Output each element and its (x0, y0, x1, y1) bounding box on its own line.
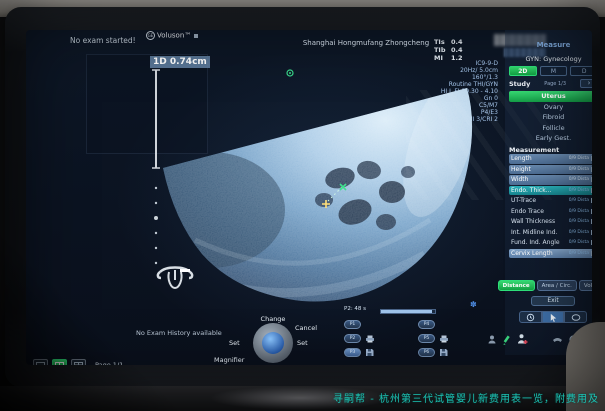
photo-of-ultrasound-monitor: No exam started! GEVoluson™ Shanghai Hon… (0, 0, 605, 411)
history-clock-toggle[interactable] (519, 311, 542, 323)
layout-quad-icon[interactable] (71, 359, 86, 365)
mode-d-button[interactable]: D (570, 66, 592, 76)
checkbox[interactable] (591, 230, 592, 235)
study-list: Uterus Ovary Fibroid Follicle Early Gest… (509, 91, 592, 144)
clip-progress-bar (380, 309, 436, 314)
checkbox[interactable] (591, 240, 592, 245)
checkbox[interactable] (591, 167, 592, 172)
measurement-row-width[interactable]: Width0/9 Dista (509, 175, 592, 185)
study-item-fibroid[interactable]: Fibroid (509, 112, 592, 123)
study-label: Study (509, 80, 530, 88)
brand-mark-icon (194, 34, 198, 38)
ultrasound-screen: No exam started! GEVoluson™ Shanghai Hon… (26, 30, 592, 365)
p1-button[interactable]: P1 (344, 320, 361, 329)
layout-dual-icon[interactable] (52, 359, 67, 365)
measurement-row-cervix-length[interactable]: Cervix Length0/9 Dista (509, 249, 592, 259)
pointer-toggle[interactable] (542, 311, 565, 323)
save-disk-icon (365, 348, 374, 357)
p3-button[interactable]: P3 (344, 348, 361, 357)
measurement-row-ut-trace[interactable]: UT-Trace0/9 Dista (509, 196, 592, 206)
p2-button[interactable]: P2 (344, 334, 361, 343)
ellipse-toggle[interactable] (564, 311, 587, 323)
panel-title: Measure (505, 41, 592, 49)
edit-pencil-icon[interactable] (502, 335, 511, 345)
ti-label: TIb (434, 46, 451, 54)
trackball-ball[interactable] (262, 332, 284, 354)
probe-position-marker (180, 269, 190, 272)
checkbox[interactable] (591, 219, 592, 224)
checkbox[interactable] (591, 188, 592, 193)
study-item-follicle[interactable]: Follicle (509, 123, 592, 134)
exam-history-status: No Exam History available (136, 329, 222, 337)
checkbox[interactable] (591, 177, 592, 182)
study-next-page-button[interactable]: › (580, 79, 592, 88)
trackball-change-label: Change (248, 315, 298, 323)
p6-button[interactable]: P6 (418, 348, 435, 357)
phone-icon[interactable] (552, 336, 563, 344)
study-item-uterus[interactable]: Uterus (509, 91, 592, 102)
measurement-header: Measurement (509, 146, 559, 154)
p5-button[interactable]: P5 (418, 334, 435, 343)
exam-category: GYN: Gynecology (505, 55, 592, 63)
settings-gear-icon[interactable]: ✽ (470, 300, 477, 309)
measurement-row-wall-thickness[interactable]: Wall Thickness0/9 Dista (509, 217, 592, 227)
save-disk-icon (439, 348, 448, 357)
printer-icon (439, 335, 449, 343)
trackball-magnifier-label: Magnifier (214, 356, 244, 364)
measurement-list: Length0/9 Dista Height0/9 Dista Width0/9… (509, 154, 592, 258)
tool-buttons: Distance Area / Circ. Volume (507, 280, 592, 291)
ge-monogram-icon: GE (146, 31, 155, 40)
volume-tool-button[interactable]: Volume (579, 280, 592, 291)
exit-button[interactable]: Exit (531, 296, 575, 306)
mode-m-button[interactable]: M (540, 66, 568, 76)
watermark-caption: 寻嗣帮 - 杭州第三代试管婴儿新费用表一览，附费用及 (333, 390, 599, 405)
ellipse-icon (571, 313, 581, 322)
measurement-row-height[interactable]: Height0/9 Dista (509, 165, 592, 175)
distance-tool-button[interactable]: Distance (498, 280, 535, 291)
trackball-set-right-label: Set (297, 339, 308, 347)
clip-timer: P2: 48 s (344, 306, 366, 312)
ti-value: 0.4 (451, 46, 463, 54)
clip-progress-fill (381, 310, 432, 313)
trackball-mode-label: Calc|Cine (242, 364, 312, 365)
study-item-ovary[interactable]: Ovary (509, 102, 592, 113)
page-indicator: Page 1/1 (95, 361, 123, 365)
voluson-logo: GEVoluson™ (146, 31, 216, 40)
mode-2d-button[interactable]: 2D (509, 66, 537, 76)
measurement-row-int-midline[interactable]: Int. Midline Ind.0/9 Dista (509, 228, 592, 238)
cursor-icon (549, 313, 558, 322)
area-circ-tool-button[interactable]: Area / Circ. (537, 280, 577, 291)
user-icon[interactable] (488, 335, 496, 344)
mode-buttons: 2D M D (509, 66, 592, 76)
study-row: Study Page 1/3 › (509, 79, 592, 88)
measure-panel: Measure GYN: Gynecology 2D M D Study Pag… (505, 30, 592, 355)
checkbox[interactable] (591, 209, 592, 214)
layout-format-buttons (33, 359, 86, 365)
measurement-row-endo-trace[interactable]: Endo Trace0/9 Dista (509, 207, 592, 217)
brand-name: Voluson™ (157, 32, 191, 40)
clock-icon (526, 313, 535, 322)
printer-icon (365, 335, 375, 343)
ti-label: TIs (434, 38, 451, 46)
checkbox[interactable] (591, 198, 592, 203)
trackball-set-left-label: Set (229, 339, 240, 347)
checkbox[interactable] (591, 156, 592, 161)
cursor-mode-toggle (519, 311, 587, 323)
p4-button[interactable]: P4 (418, 320, 435, 329)
measurement-row-endo-thickness[interactable]: Endo. Thick...0/9 Dista (509, 186, 592, 196)
exam-status-text: No exam started! (70, 36, 136, 45)
exposure-indices: TIs0.4 TIb0.4 MI1.2 (434, 38, 463, 62)
uterus-body-marker (154, 264, 196, 296)
ti-value: 0.4 (451, 38, 463, 46)
depth-ruler (152, 70, 160, 264)
study-page-indicator: Page 1/3 (530, 81, 580, 87)
checkbox[interactable] (591, 251, 592, 256)
study-item-early-gest[interactable]: Early Gest. (509, 133, 592, 144)
measurement-row-fund-angle[interactable]: Fund. Ind. Angle0/9 Dista (509, 238, 592, 248)
ge-green-marker (287, 70, 293, 76)
measurement-row-length[interactable]: Length0/9 Dista (509, 154, 592, 164)
trackball-cancel-label: Cancel (295, 324, 317, 332)
patient-icon[interactable] (517, 334, 528, 345)
layout-single-icon[interactable] (33, 359, 48, 365)
